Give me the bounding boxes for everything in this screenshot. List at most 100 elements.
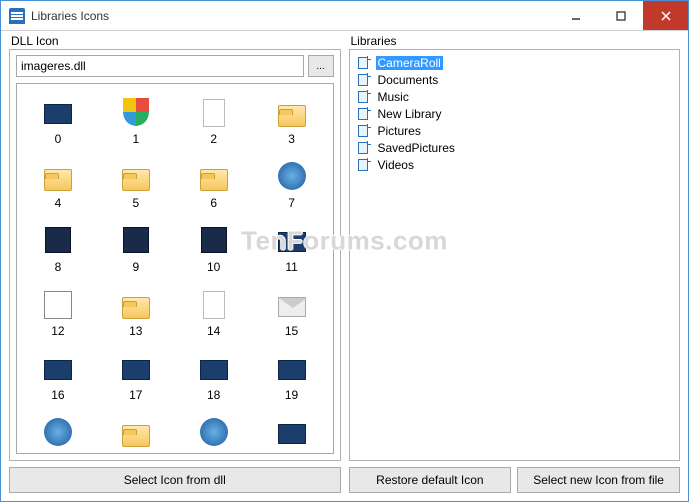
icon-item-11[interactable]: 11 (253, 218, 331, 282)
icon-index-label: 12 (51, 324, 64, 338)
icon-index-label: 1 (132, 132, 139, 146)
icon-index-label: 7 (288, 196, 295, 210)
icon-item-1[interactable]: 1 (97, 90, 175, 154)
icon-item-10[interactable]: 10 (175, 218, 253, 282)
icon-index-label: 4 (55, 196, 62, 210)
libraries-pane: Libraries CameraRoll DocumentsMusicNew Li… (349, 34, 681, 493)
icon-index-label: 9 (132, 260, 139, 274)
minimize-button[interactable] (553, 1, 598, 30)
icon-item-17[interactable]: 17 (97, 346, 175, 410)
dll-group-box: ... 012345678910111213141516171819202122… (9, 49, 341, 461)
monitor-icon (44, 360, 72, 380)
monitor-icon (122, 360, 150, 380)
library-icon (356, 90, 372, 104)
icon-item-21[interactable]: 21 (97, 410, 175, 454)
library-icon (356, 56, 372, 70)
folder-icon (44, 169, 72, 191)
icon-item-13[interactable]: 13 (97, 282, 175, 346)
window-title: Libraries Icons (31, 9, 553, 23)
library-label: CameraRoll (376, 56, 443, 70)
library-item-cameraroll[interactable]: CameraRoll (352, 54, 678, 71)
select-from-file-button[interactable]: Select new Icon from file (517, 467, 680, 493)
icon-index-label: 13 (129, 324, 142, 338)
icon-item-23[interactable]: 23 (253, 410, 331, 454)
icon-index-label: 3 (288, 132, 295, 146)
icon-item-22[interactable]: 22 (175, 410, 253, 454)
folder-icon (122, 169, 150, 191)
titlebar: Libraries Icons (1, 1, 688, 31)
icon-item-0[interactable]: 0 (19, 90, 97, 154)
library-label: Videos (376, 158, 416, 172)
icon-item-19[interactable]: 19 (253, 346, 331, 410)
dll-group-label: DLL Icon (11, 34, 341, 48)
select-from-dll-button[interactable]: Select Icon from dll (9, 467, 341, 493)
icon-grid: 01234567891011121314151617181920212223 (17, 84, 333, 454)
library-item-music[interactable]: Music (352, 88, 678, 105)
restore-default-button[interactable]: Restore default Icon (349, 467, 512, 493)
maximize-button[interactable] (598, 1, 643, 30)
icon-index-label: 15 (285, 324, 298, 338)
page-icon (203, 291, 225, 319)
icon-item-8[interactable]: 8 (19, 218, 97, 282)
app-icon (9, 8, 25, 24)
dll-path-input[interactable] (16, 55, 304, 77)
icon-index-label: 19 (285, 388, 298, 402)
icon-item-2[interactable]: 2 (175, 90, 253, 154)
icon-item-14[interactable]: 14 (175, 282, 253, 346)
icon-index-label: 10 (207, 260, 220, 274)
dark-icon (45, 227, 71, 253)
icon-index-label: 8 (55, 260, 62, 274)
icon-item-4[interactable]: 4 (19, 154, 97, 218)
library-icon (356, 158, 372, 172)
library-icon (356, 124, 372, 138)
icon-item-20[interactable]: 20 (19, 410, 97, 454)
folder-icon (122, 425, 150, 447)
globe-icon (278, 162, 306, 190)
monitor-icon (44, 104, 72, 124)
dark-icon (123, 227, 149, 253)
icon-item-15[interactable]: 15 (253, 282, 331, 346)
close-button[interactable] (643, 1, 688, 30)
library-item-savedpictures[interactable]: SavedPictures (352, 139, 678, 156)
libraries-group-label: Libraries (351, 34, 681, 48)
page-icon (203, 99, 225, 127)
dark-icon (201, 227, 227, 253)
library-item-videos[interactable]: Videos (352, 156, 678, 173)
icon-index-label: 17 (129, 388, 142, 402)
icon-index-label: 23 (285, 452, 298, 454)
monitor-icon (278, 232, 306, 252)
browse-button[interactable]: ... (308, 55, 334, 77)
library-icon (356, 73, 372, 87)
icon-index-label: 20 (51, 452, 64, 454)
icon-item-7[interactable]: 7 (253, 154, 331, 218)
library-item-pictures[interactable]: Pictures (352, 122, 678, 139)
content: DLL Icon ... 012345678910111213141516171… (1, 31, 688, 501)
square-icon (44, 291, 72, 319)
icon-item-18[interactable]: 18 (175, 346, 253, 410)
monitor-icon (278, 424, 306, 444)
folder-icon (278, 105, 306, 127)
library-label: Pictures (376, 124, 423, 138)
icon-item-12[interactable]: 12 (19, 282, 97, 346)
icon-item-16[interactable]: 16 (19, 346, 97, 410)
icon-item-3[interactable]: 3 (253, 90, 331, 154)
library-item-new library[interactable]: New Library (352, 105, 678, 122)
icon-item-9[interactable]: 9 (97, 218, 175, 282)
icon-index-label: 21 (129, 452, 142, 454)
icon-index-label: 22 (207, 452, 220, 454)
icon-item-5[interactable]: 5 (97, 154, 175, 218)
shield-icon (123, 98, 149, 126)
icon-index-label: 18 (207, 388, 220, 402)
library-label: Documents (376, 73, 441, 87)
monitor-icon (200, 360, 228, 380)
dll-icon-pane: DLL Icon ... 012345678910111213141516171… (9, 34, 341, 493)
folder-icon (122, 297, 150, 319)
icon-index-label: 5 (132, 196, 139, 210)
libraries-list[interactable]: CameraRoll DocumentsMusicNew Library Pictu… (350, 50, 680, 460)
mail-icon (278, 297, 306, 317)
library-item-documents[interactable]: Documents (352, 71, 678, 88)
icon-grid-scroll[interactable]: 01234567891011121314151617181920212223 (16, 83, 334, 454)
icon-item-6[interactable]: 6 (175, 154, 253, 218)
icon-index-label: 14 (207, 324, 220, 338)
library-label: SavedPictures (376, 141, 457, 155)
